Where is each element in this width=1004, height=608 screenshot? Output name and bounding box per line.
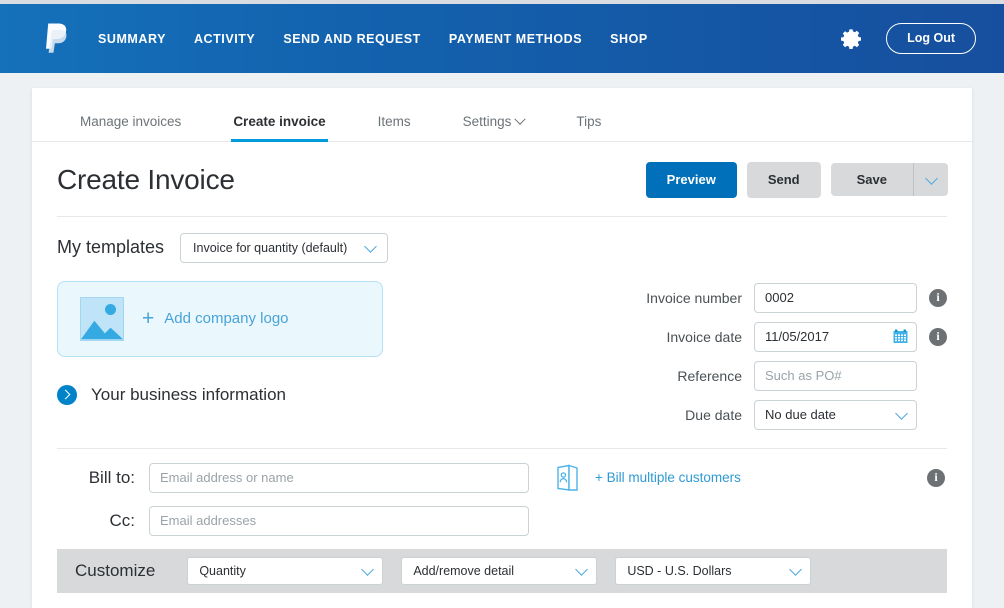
customize-detail-select[interactable]: Add/remove detail bbox=[401, 556, 598, 585]
gear-icon[interactable] bbox=[840, 27, 864, 51]
customize-currency-value: USD - U.S. Dollars bbox=[627, 563, 732, 578]
save-dropdown-toggle[interactable] bbox=[914, 163, 948, 196]
nav-item-activity[interactable]: ACTIVITY bbox=[194, 32, 255, 46]
bill-to-section: Bill to: Email address or name + Bill mu… bbox=[32, 449, 972, 536]
invoice-date-input[interactable]: 11/05/2017 bbox=[754, 321, 917, 352]
your-business-information-toggle[interactable]: Your business information bbox=[57, 384, 487, 405]
field-row-invoice-date: Invoice date 11/05/2017 i bbox=[487, 321, 947, 352]
cc-input[interactable]: Email addresses bbox=[149, 505, 529, 536]
tab-items[interactable]: Items bbox=[378, 114, 411, 141]
template-select-value: Invoice for quantity (default) bbox=[193, 240, 348, 255]
invoice-date-value: 11/05/2017 bbox=[765, 329, 830, 345]
invoice-number-value: 0002 bbox=[765, 290, 794, 306]
chevron-down-icon bbox=[361, 562, 375, 576]
page-actions: Preview Send Save bbox=[645, 162, 948, 198]
tab-create-invoice[interactable]: Create invoice bbox=[231, 114, 328, 142]
cc-row: Cc: Email addresses bbox=[57, 505, 947, 536]
field-row-invoice-number: Invoice number 0002 i bbox=[487, 282, 947, 313]
reference-input[interactable]: Such as PO# bbox=[754, 360, 917, 391]
field-row-reference: Reference Such as PO# bbox=[487, 360, 947, 391]
add-logo-text: Add company logo bbox=[164, 310, 289, 328]
tab-manage-invoices[interactable]: Manage invoices bbox=[80, 114, 181, 141]
template-select[interactable]: Invoice for quantity (default) bbox=[180, 232, 389, 263]
due-date-select[interactable]: No due date bbox=[754, 399, 917, 430]
reference-placeholder: Such as PO# bbox=[765, 368, 842, 384]
primary-nav: SUMMARY ACTIVITY SEND AND REQUEST PAYMEN… bbox=[98, 32, 648, 46]
nav-item-payment-methods[interactable]: PAYMENT METHODS bbox=[449, 32, 582, 46]
tab-label: Create invoice bbox=[233, 114, 326, 129]
customize-detail-value: Add/remove detail bbox=[413, 563, 515, 578]
tab-label: Items bbox=[377, 114, 411, 129]
my-templates-label: My templates bbox=[57, 237, 165, 258]
cc-label: Cc: bbox=[109, 510, 136, 530]
tab-label: Manage invoices bbox=[80, 114, 182, 129]
reference-label: Reference bbox=[677, 367, 742, 384]
info-icon[interactable]: i bbox=[929, 288, 947, 307]
chevron-down-icon bbox=[514, 113, 527, 125]
due-date-label: Due date bbox=[685, 406, 742, 423]
bill-to-row: Bill to: Email address or name + Bill mu… bbox=[57, 462, 947, 493]
preview-button[interactable]: Preview bbox=[645, 162, 737, 198]
add-company-logo-label: + Add company logo bbox=[142, 308, 289, 329]
invoice-tabs: Manage invoices Create invoice Items Set… bbox=[32, 88, 972, 142]
image-placeholder-icon bbox=[80, 296, 124, 341]
bill-to-label: Bill to: bbox=[88, 467, 135, 487]
save-button[interactable]: Save bbox=[831, 163, 913, 196]
tab-tips[interactable]: Tips bbox=[576, 114, 601, 141]
nav-item-send-and-request[interactable]: SEND AND REQUEST bbox=[283, 32, 421, 46]
tab-label: Settings bbox=[462, 114, 512, 129]
business-info-label: Your business information bbox=[91, 384, 286, 404]
invoice-meta-fields: Invoice number 0002 i Invoice date 11/05… bbox=[487, 281, 947, 430]
bill-to-input[interactable]: Email address or name bbox=[149, 462, 529, 493]
chevron-down-icon bbox=[895, 406, 908, 420]
chevron-down-icon bbox=[575, 562, 589, 576]
customize-currency-select[interactable]: USD - U.S. Dollars bbox=[615, 556, 812, 585]
tab-label: Tips bbox=[576, 114, 602, 129]
bill-multiple-customers-link[interactable]: + Bill multiple customers bbox=[595, 470, 741, 485]
address-book-icon[interactable] bbox=[555, 464, 581, 492]
customize-quantity-select[interactable]: Quantity bbox=[187, 556, 384, 585]
paypal-logo[interactable] bbox=[44, 22, 70, 56]
tab-settings[interactable]: Settings bbox=[462, 113, 527, 141]
page-header-row: Create Invoice Preview Send Save bbox=[32, 142, 972, 198]
header-actions: Log Out bbox=[840, 23, 976, 54]
left-column: + Add company logo Your business informa… bbox=[57, 280, 487, 430]
invoice-number-input[interactable]: 0002 bbox=[754, 282, 917, 313]
logout-button[interactable]: Log Out bbox=[886, 23, 976, 54]
calendar-icon[interactable] bbox=[893, 329, 908, 344]
chevron-down-icon bbox=[789, 562, 803, 576]
info-icon[interactable]: i bbox=[929, 327, 947, 346]
invoice-number-label: Invoice number bbox=[646, 289, 742, 306]
invoice-header-section: + Add company logo Your business informa… bbox=[32, 263, 972, 430]
field-row-due-date: Due date No due date bbox=[487, 399, 947, 430]
chevron-down-icon bbox=[924, 171, 938, 185]
nav-item-shop[interactable]: SHOP bbox=[610, 32, 648, 46]
save-split-button: Save bbox=[830, 163, 948, 197]
page-title: Create Invoice bbox=[57, 163, 235, 195]
chevron-down-icon bbox=[364, 239, 377, 253]
send-button[interactable]: Send bbox=[746, 162, 821, 198]
customize-bar: Customize Quantity Add/remove detail USD… bbox=[57, 548, 947, 593]
plus-icon: + bbox=[142, 307, 155, 331]
customize-quantity-value: Quantity bbox=[199, 563, 246, 578]
chevron-right-circle-icon bbox=[57, 384, 77, 405]
cc-placeholder: Email addresses bbox=[160, 513, 257, 529]
info-icon[interactable]: i bbox=[927, 468, 945, 487]
customize-label: Customize bbox=[75, 560, 156, 580]
templates-row: My templates Invoice for quantity (defau… bbox=[32, 217, 972, 263]
global-header: SUMMARY ACTIVITY SEND AND REQUEST PAYMEN… bbox=[0, 4, 1004, 73]
due-date-value: No due date bbox=[765, 407, 836, 423]
add-company-logo-dropzone[interactable]: + Add company logo bbox=[57, 280, 383, 357]
invoice-card: Manage invoices Create invoice Items Set… bbox=[32, 88, 972, 608]
bill-to-placeholder: Email address or name bbox=[160, 470, 294, 486]
invoice-date-label: Invoice date bbox=[666, 328, 743, 345]
nav-item-summary[interactable]: SUMMARY bbox=[98, 32, 166, 46]
